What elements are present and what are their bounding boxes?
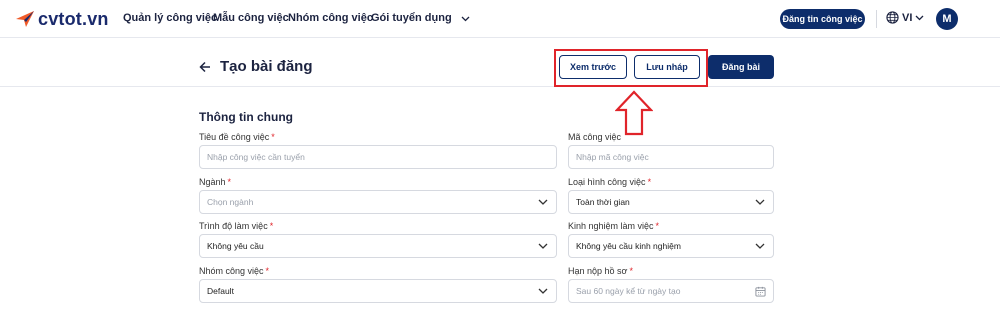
chevron-down-icon — [538, 199, 548, 205]
nav-item-job-groups[interactable]: Nhóm công việc — [288, 12, 373, 24]
experience-label: Kinh nghiệm làm việc * — [568, 221, 660, 231]
work-level-label: Trình độ làm việc * — [199, 221, 274, 231]
job-group-value: Default — [207, 286, 234, 296]
logo-text: cvtot.vn — [38, 8, 109, 29]
language-selector[interactable]: VI — [886, 11, 924, 24]
experience-select[interactable]: Không yêu cầu kinh nghiệm — [568, 234, 774, 258]
avatar[interactable]: M — [936, 8, 958, 30]
chevron-down-icon — [755, 199, 765, 205]
chevron-down-icon — [538, 288, 548, 294]
nav-item-job-templates[interactable]: Mẫu công việc — [213, 12, 289, 24]
job-title-input[interactable]: Nhập công việc cần tuyển — [199, 145, 557, 169]
industry-placeholder: Chọn ngành — [207, 197, 254, 207]
chevron-down-icon — [461, 16, 470, 22]
chevron-down-icon — [538, 243, 548, 249]
nav-item-recruitment-packages[interactable]: Gói tuyển dụng — [371, 12, 470, 24]
job-type-value: Toàn thời gian — [576, 197, 630, 207]
job-code-label: Mã công việc — [568, 132, 622, 142]
nav-divider — [876, 10, 877, 28]
job-group-select[interactable]: Default — [199, 279, 557, 303]
publish-button[interactable]: Đăng bài — [708, 55, 774, 79]
highlight-annotation-box — [554, 49, 708, 87]
work-level-select[interactable]: Không yêu cầu — [199, 234, 557, 258]
post-job-button[interactable]: Đăng tin công việc — [780, 9, 865, 29]
nav-item-label: Gói tuyển dụng — [371, 12, 452, 24]
logo-mark-icon — [16, 11, 34, 27]
section-title: Thông tin chung — [199, 110, 293, 124]
annotation-up-arrow-icon — [615, 90, 653, 136]
page-header — [0, 39, 1000, 87]
back-arrow-icon[interactable] — [199, 60, 211, 74]
globe-icon — [886, 11, 899, 24]
chevron-down-icon — [755, 243, 765, 249]
chevron-down-icon — [915, 15, 924, 20]
language-code: VI — [902, 11, 913, 24]
page-title: Tạo bài đăng — [220, 58, 313, 75]
job-type-label: Loại hình công việc * — [568, 177, 652, 187]
brand-logo[interactable]: cvtot.vn — [14, 8, 109, 30]
industry-select[interactable]: Chọn ngành — [199, 190, 557, 214]
job-title-label: Tiêu đề công việc * — [199, 132, 275, 142]
job-code-placeholder: Nhập mã công việc — [576, 152, 649, 162]
calendar-icon[interactable] — [755, 286, 766, 297]
deadline-input[interactable]: Sau 60 ngày kể từ ngày tạo — [568, 279, 774, 303]
deadline-placeholder: Sau 60 ngày kể từ ngày tạo — [576, 286, 681, 296]
deadline-label: Hạn nộp hồ sơ * — [568, 266, 633, 276]
job-group-label: Nhóm công việc * — [199, 266, 270, 276]
top-navbar: cvtot.vn Quản lý công việc Mẫu công việc… — [0, 0, 1000, 38]
job-type-select[interactable]: Toàn thời gian — [568, 190, 774, 214]
job-title-placeholder: Nhập công việc cần tuyển — [207, 152, 305, 162]
experience-value: Không yêu cầu kinh nghiệm — [576, 241, 681, 251]
job-code-input[interactable]: Nhập mã công việc — [568, 145, 774, 169]
industry-label: Ngành * — [199, 177, 232, 187]
nav-item-job-management[interactable]: Quản lý công việc — [123, 12, 217, 24]
work-level-value: Không yêu cầu — [207, 241, 264, 251]
